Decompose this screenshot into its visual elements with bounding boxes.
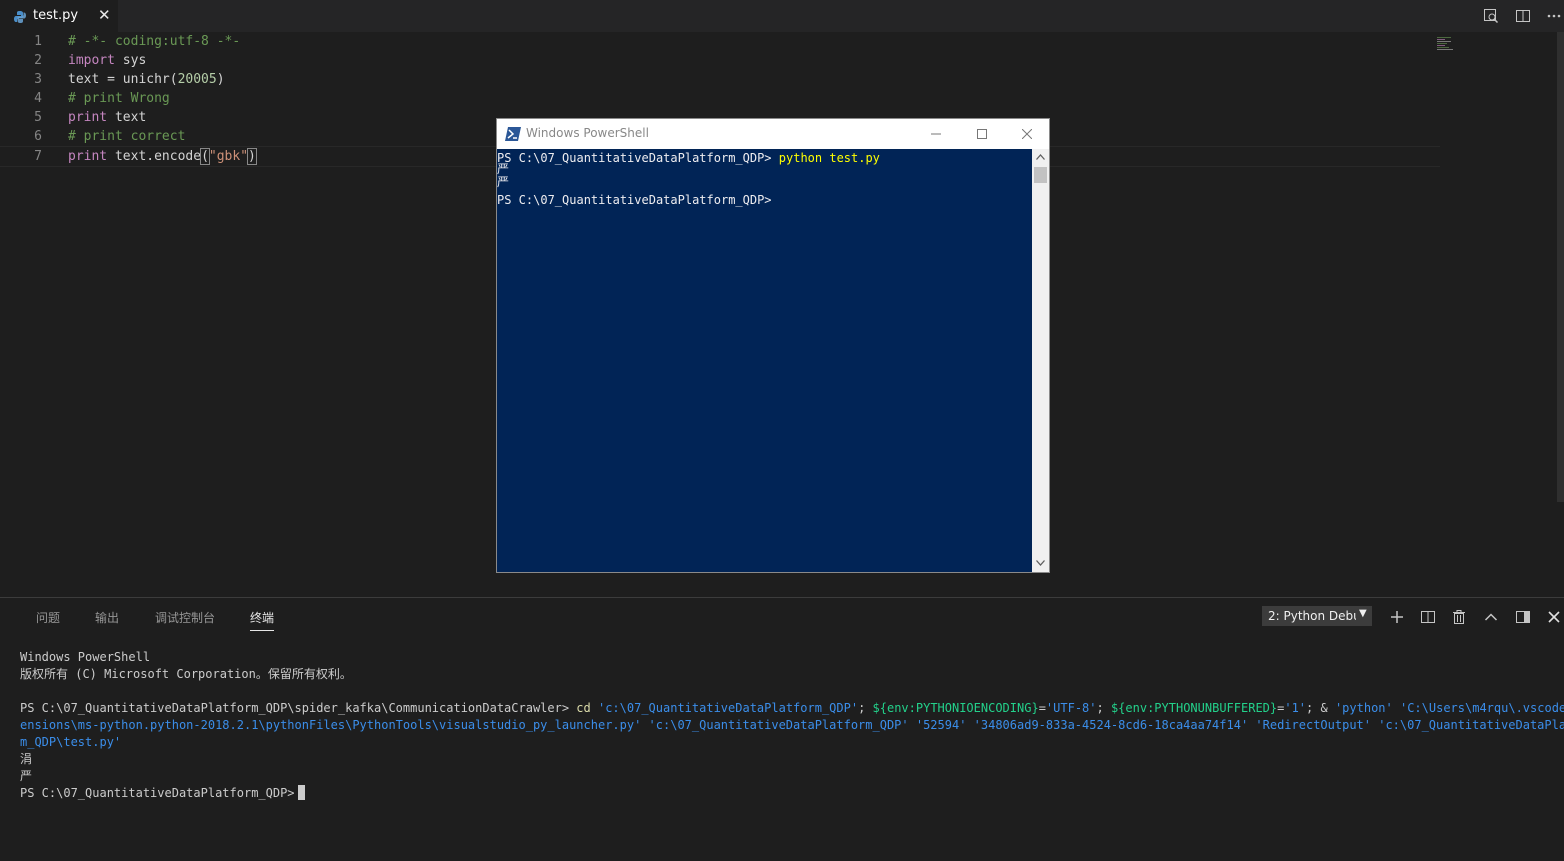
tab-test-py[interactable]: test.py ✕ [0, 0, 118, 32]
code-token: text = unichr( [68, 72, 178, 87]
code-text: print text [68, 108, 146, 127]
line-number: 2 [34, 53, 42, 68]
code-token: print [68, 149, 108, 164]
code-line[interactable]: 2 import sys [0, 51, 1440, 70]
code-token: ( [200, 148, 210, 165]
code-token: text.encode [107, 149, 202, 164]
toggle-panel-position-icon[interactable] [1515, 609, 1531, 625]
ps-command: python test.py [778, 151, 880, 165]
maximize-button[interactable] [959, 119, 1005, 149]
terminal-token: = [1038, 701, 1046, 715]
tab-label: test.py [33, 8, 79, 23]
code-token: sys [114, 53, 147, 68]
code-token: 20005 [177, 72, 217, 87]
code-line[interactable]: 1 # -*- coding:utf-8 -*- [0, 32, 1440, 51]
code-token: ) [247, 148, 257, 165]
powershell-window[interactable]: Windows PowerShell PS C:\07_Quantitative… [496, 118, 1050, 573]
powershell-title: Windows PowerShell [526, 126, 649, 140]
terminal-token: ; [858, 701, 873, 715]
ps-prompt-line: PS C:\07_QuantitativeDataPlatform_QDP> p… [497, 151, 880, 165]
code-line[interactable]: 4 # print Wrong [0, 89, 1440, 108]
split-terminal-icon[interactable] [1420, 609, 1436, 625]
terminal-cursor [297, 785, 305, 800]
tab-debug-console[interactable]: 调试控制台 [155, 609, 215, 626]
minimap[interactable] [1437, 36, 1487, 50]
split-editor-icon[interactable] [1515, 8, 1531, 24]
code-token: print [68, 110, 108, 125]
terminal-prompt: PS C:\07_QuantitativeDataPlatform_QDP> [20, 786, 295, 800]
code-text: # print Wrong [68, 89, 170, 108]
terminal-token: ${env:PYTHONIOENCODING} [872, 701, 1039, 715]
terminal-line: 版权所有 (C) Microsoft Corporation。保留所有权利。 [20, 667, 352, 681]
code-text: # -*- coding:utf-8 -*- [68, 32, 240, 51]
ps-prompt-line: PS C:\07_QuantitativeDataPlatform_QDP> [497, 193, 772, 207]
ps-output-line: 严 [497, 162, 510, 176]
more-actions-icon[interactable] [1546, 8, 1562, 24]
close-icon[interactable]: ✕ [98, 6, 111, 24]
scrollbar-thumb[interactable] [1034, 167, 1047, 183]
terminal-select[interactable]: 2: Python Debug Console ▼ [1262, 606, 1372, 626]
line-number: 4 [34, 91, 42, 106]
line-number: 7 [34, 149, 42, 164]
open-preview-icon[interactable] [1483, 8, 1499, 24]
python-file-icon [14, 9, 26, 23]
powershell-scrollbar[interactable] [1032, 149, 1049, 572]
terminal-token: 'python' 'C:\Users\m4rqu\.vscode\ext [1334, 701, 1564, 715]
add-terminal-icon[interactable] [1389, 609, 1405, 625]
code-token: ) [216, 72, 225, 87]
chevron-down-icon: ▼ [1359, 608, 1367, 619]
code-token: "gbk" [208, 149, 249, 164]
terminal-line: 严 [20, 769, 33, 783]
code-text: text = unichr(20005) [68, 70, 225, 89]
terminal-prompt: PS C:\07_QuantitativeDataPlatform_QDP\sp… [20, 701, 577, 715]
terminal-select-value: 2: Python Debug Console [1268, 609, 1356, 623]
bottom-panel: 问题 输出 调试控制台 终端 2: Python Debug Console ▼… [0, 597, 1564, 861]
minimize-button[interactable] [913, 119, 959, 149]
terminal-line: 涓 [20, 752, 33, 766]
code-text: print text.encode("gbk") [68, 147, 257, 166]
terminal-token: 'c:\07_QuantitativeDataPlatform_QDP' [590, 701, 859, 715]
powershell-icon [505, 126, 521, 141]
code-token: import [68, 53, 115, 68]
code-token: # print Wrong [68, 91, 170, 106]
scroll-up-icon[interactable] [1036, 154, 1045, 160]
terminal-wrap-line: m_QDP\test.py' [20, 735, 122, 749]
terminal-token: ; & [1306, 701, 1335, 715]
close-window-button[interactable] [1004, 119, 1050, 149]
terminal-prompt-line: PS C:\07_QuantitativeDataPlatform_QDP> [20, 785, 1550, 802]
terminal-token: '1' [1284, 701, 1307, 715]
code-token: text [107, 110, 147, 125]
code-text: # print correct [68, 127, 185, 146]
powershell-titlebar[interactable]: Windows PowerShell [497, 119, 1049, 149]
code-line[interactable]: 3 text = unichr(20005) [0, 70, 1440, 89]
ps-prompt: PS C:\07_QuantitativeDataPlatform_QDP> [497, 151, 779, 165]
line-number: 6 [34, 129, 42, 144]
terminal-token: ${env:PYTHONUNBUFFERED} [1110, 701, 1278, 715]
terminal-line: Windows PowerShell [20, 650, 151, 664]
terminal-token: ; [1096, 701, 1111, 715]
terminal-wrap-line: ensions\ms-python.python-2018.2.1\python… [20, 718, 1564, 732]
editor-tab-bar: test.py ✕ [0, 0, 1564, 32]
editor-scrollbar[interactable] [1557, 32, 1564, 502]
line-number: 3 [34, 72, 42, 87]
powershell-console[interactable]: PS C:\07_QuantitativeDataPlatform_QDP> p… [497, 149, 1032, 572]
scroll-down-icon[interactable] [1036, 560, 1045, 566]
code-token: # print correct [68, 129, 186, 144]
terminal-token: cd [576, 701, 591, 715]
code-token: # -*- coding:utf-8 -*- [68, 34, 241, 49]
terminal-token: 'UTF-8' [1045, 701, 1097, 715]
line-number: 1 [34, 34, 42, 49]
terminal-command-line: PS C:\07_QuantitativeDataPlatform_QDP\sp… [20, 700, 1564, 717]
close-panel-icon[interactable] [1546, 609, 1562, 625]
ps-output-line: 严 [497, 175, 510, 189]
tab-terminal[interactable]: 终端 [250, 609, 275, 631]
trash-icon[interactable] [1451, 609, 1467, 625]
line-number: 5 [34, 110, 42, 125]
terminal-output[interactable]: Windows PowerShell 版权所有 (C) Microsoft Co… [20, 649, 1564, 802]
code-text: import sys [68, 51, 146, 70]
tab-problems[interactable]: 问题 [36, 609, 60, 626]
tab-output[interactable]: 输出 [95, 609, 119, 626]
chevron-up-icon[interactable] [1483, 609, 1499, 625]
